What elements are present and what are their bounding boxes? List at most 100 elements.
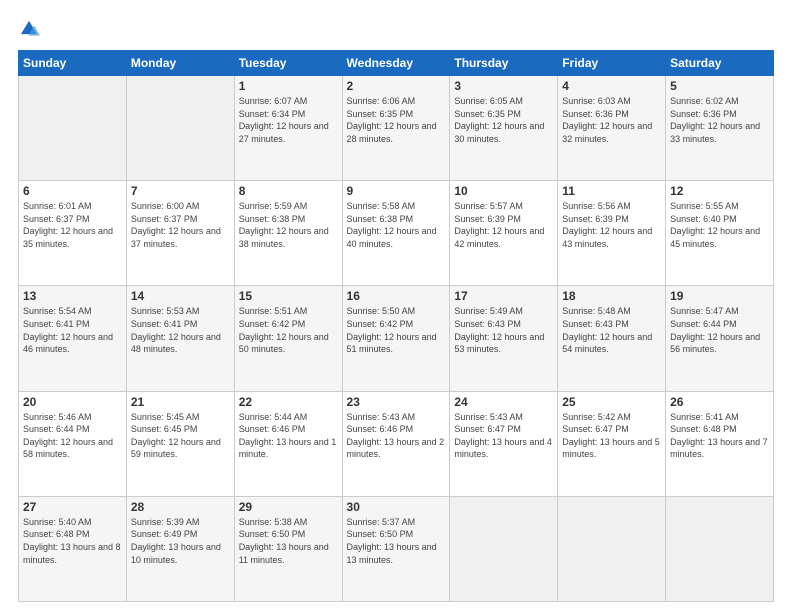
day-number: 9 <box>347 184 446 198</box>
day-header-friday: Friday <box>558 51 666 76</box>
calendar-cell: 13 Sunrise: 5:54 AMSunset: 6:41 PMDayligh… <box>19 286 127 391</box>
logo <box>18 18 44 40</box>
day-number: 28 <box>131 500 230 514</box>
day-header-thursday: Thursday <box>450 51 558 76</box>
calendar-cell: 23 Sunrise: 5:43 AMSunset: 6:46 PMDayligh… <box>342 391 450 496</box>
calendar-cell: 4 Sunrise: 6:03 AMSunset: 6:36 PMDaylight… <box>558 76 666 181</box>
day-info: Sunrise: 5:55 AMSunset: 6:40 PMDaylight:… <box>670 200 769 250</box>
day-info: Sunrise: 5:43 AMSunset: 6:46 PMDaylight:… <box>347 411 446 461</box>
calendar-cell: 18 Sunrise: 5:48 AMSunset: 6:43 PMDayligh… <box>558 286 666 391</box>
day-info: Sunrise: 6:07 AMSunset: 6:34 PMDaylight:… <box>239 95 338 145</box>
day-number: 3 <box>454 79 553 93</box>
day-number: 24 <box>454 395 553 409</box>
day-info: Sunrise: 5:53 AMSunset: 6:41 PMDaylight:… <box>131 305 230 355</box>
day-info: Sunrise: 5:37 AMSunset: 6:50 PMDaylight:… <box>347 516 446 566</box>
day-info: Sunrise: 5:46 AMSunset: 6:44 PMDaylight:… <box>23 411 122 461</box>
day-header-monday: Monday <box>126 51 234 76</box>
calendar: SundayMondayTuesdayWednesdayThursdayFrid… <box>18 50 774 602</box>
day-info: Sunrise: 5:56 AMSunset: 6:39 PMDaylight:… <box>562 200 661 250</box>
calendar-cell: 10 Sunrise: 5:57 AMSunset: 6:39 PMDayligh… <box>450 181 558 286</box>
day-info: Sunrise: 5:58 AMSunset: 6:38 PMDaylight:… <box>347 200 446 250</box>
calendar-cell: 28 Sunrise: 5:39 AMSunset: 6:49 PMDayligh… <box>126 496 234 601</box>
day-number: 25 <box>562 395 661 409</box>
day-info: Sunrise: 5:50 AMSunset: 6:42 PMDaylight:… <box>347 305 446 355</box>
day-info: Sunrise: 6:05 AMSunset: 6:35 PMDaylight:… <box>454 95 553 145</box>
calendar-cell: 24 Sunrise: 5:43 AMSunset: 6:47 PMDayligh… <box>450 391 558 496</box>
day-info: Sunrise: 5:54 AMSunset: 6:41 PMDaylight:… <box>23 305 122 355</box>
day-info: Sunrise: 5:45 AMSunset: 6:45 PMDaylight:… <box>131 411 230 461</box>
calendar-cell: 26 Sunrise: 5:41 AMSunset: 6:48 PMDayligh… <box>666 391 774 496</box>
calendar-cell: 20 Sunrise: 5:46 AMSunset: 6:44 PMDayligh… <box>19 391 127 496</box>
day-info: Sunrise: 6:01 AMSunset: 6:37 PMDaylight:… <box>23 200 122 250</box>
calendar-cell <box>19 76 127 181</box>
day-info: Sunrise: 5:51 AMSunset: 6:42 PMDaylight:… <box>239 305 338 355</box>
day-number: 16 <box>347 289 446 303</box>
day-info: Sunrise: 5:40 AMSunset: 6:48 PMDaylight:… <box>23 516 122 566</box>
day-header-wednesday: Wednesday <box>342 51 450 76</box>
day-header-sunday: Sunday <box>19 51 127 76</box>
day-info: Sunrise: 6:02 AMSunset: 6:36 PMDaylight:… <box>670 95 769 145</box>
calendar-cell <box>666 496 774 601</box>
day-number: 10 <box>454 184 553 198</box>
day-number: 20 <box>23 395 122 409</box>
calendar-cell: 22Sunrise: 5:44 AMSunset: 6:46 PMDayligh… <box>234 391 342 496</box>
day-number: 8 <box>239 184 338 198</box>
day-number: 13 <box>23 289 122 303</box>
day-info: Sunrise: 5:47 AMSunset: 6:44 PMDaylight:… <box>670 305 769 355</box>
day-info: Sunrise: 6:03 AMSunset: 6:36 PMDaylight:… <box>562 95 661 145</box>
day-number: 21 <box>131 395 230 409</box>
calendar-cell: 16 Sunrise: 5:50 AMSunset: 6:42 PMDayligh… <box>342 286 450 391</box>
calendar-cell: 9 Sunrise: 5:58 AMSunset: 6:38 PMDaylight… <box>342 181 450 286</box>
day-info: Sunrise: 5:57 AMSunset: 6:39 PMDaylight:… <box>454 200 553 250</box>
day-info: Sunrise: 5:42 AMSunset: 6:47 PMDaylight:… <box>562 411 661 461</box>
calendar-cell: 27 Sunrise: 5:40 AMSunset: 6:48 PMDayligh… <box>19 496 127 601</box>
day-number: 26 <box>670 395 769 409</box>
day-number: 27 <box>23 500 122 514</box>
day-number: 15 <box>239 289 338 303</box>
day-info: Sunrise: 5:49 AMSunset: 6:43 PMDaylight:… <box>454 305 553 355</box>
calendar-cell: 19 Sunrise: 5:47 AMSunset: 6:44 PMDayligh… <box>666 286 774 391</box>
day-info: Sunrise: 5:59 AMSunset: 6:38 PMDaylight:… <box>239 200 338 250</box>
day-number: 2 <box>347 79 446 93</box>
calendar-cell: 12 Sunrise: 5:55 AMSunset: 6:40 PMDayligh… <box>666 181 774 286</box>
day-number: 30 <box>347 500 446 514</box>
day-info: Sunrise: 5:43 AMSunset: 6:47 PMDaylight:… <box>454 411 553 461</box>
calendar-cell: 8 Sunrise: 5:59 AMSunset: 6:38 PMDaylight… <box>234 181 342 286</box>
calendar-cell: 14 Sunrise: 5:53 AMSunset: 6:41 PMDayligh… <box>126 286 234 391</box>
calendar-cell: 17Sunrise: 5:49 AMSunset: 6:43 PMDayligh… <box>450 286 558 391</box>
day-info: Sunrise: 6:00 AMSunset: 6:37 PMDaylight:… <box>131 200 230 250</box>
calendar-cell: 2 Sunrise: 6:06 AMSunset: 6:35 PMDaylight… <box>342 76 450 181</box>
day-info: Sunrise: 5:41 AMSunset: 6:48 PMDaylight:… <box>670 411 769 461</box>
day-number: 23 <box>347 395 446 409</box>
day-number: 14 <box>131 289 230 303</box>
day-number: 7 <box>131 184 230 198</box>
page: SundayMondayTuesdayWednesdayThursdayFrid… <box>0 0 792 612</box>
calendar-cell: 15 Sunrise: 5:51 AMSunset: 6:42 PMDayligh… <box>234 286 342 391</box>
day-header-tuesday: Tuesday <box>234 51 342 76</box>
calendar-cell: 11Sunrise: 5:56 AMSunset: 6:39 PMDayligh… <box>558 181 666 286</box>
header <box>18 18 774 40</box>
calendar-cell: 7 Sunrise: 6:00 AMSunset: 6:37 PMDaylight… <box>126 181 234 286</box>
day-info: Sunrise: 6:06 AMSunset: 6:35 PMDaylight:… <box>347 95 446 145</box>
calendar-cell: 5 Sunrise: 6:02 AMSunset: 6:36 PMDaylight… <box>666 76 774 181</box>
day-header-saturday: Saturday <box>666 51 774 76</box>
calendar-cell: 6Sunrise: 6:01 AMSunset: 6:37 PMDaylight… <box>19 181 127 286</box>
calendar-cell: 1 Sunrise: 6:07 AMSunset: 6:34 PMDaylight… <box>234 76 342 181</box>
day-info: Sunrise: 5:48 AMSunset: 6:43 PMDaylight:… <box>562 305 661 355</box>
calendar-cell <box>558 496 666 601</box>
calendar-cell <box>126 76 234 181</box>
calendar-cell: 25 Sunrise: 5:42 AMSunset: 6:47 PMDayligh… <box>558 391 666 496</box>
calendar-cell: 3 Sunrise: 6:05 AMSunset: 6:35 PMDaylight… <box>450 76 558 181</box>
day-number: 5 <box>670 79 769 93</box>
calendar-cell <box>450 496 558 601</box>
day-info: Sunrise: 5:39 AMSunset: 6:49 PMDaylight:… <box>131 516 230 566</box>
day-number: 29 <box>239 500 338 514</box>
day-number: 12 <box>670 184 769 198</box>
day-number: 4 <box>562 79 661 93</box>
day-number: 19 <box>670 289 769 303</box>
day-number: 1 <box>239 79 338 93</box>
day-number: 18 <box>562 289 661 303</box>
day-info: Sunrise: 5:38 AMSunset: 6:50 PMDaylight:… <box>239 516 338 566</box>
day-info: Sunrise: 5:44 AMSunset: 6:46 PMDaylight:… <box>239 411 338 461</box>
calendar-cell: 21 Sunrise: 5:45 AMSunset: 6:45 PMDayligh… <box>126 391 234 496</box>
